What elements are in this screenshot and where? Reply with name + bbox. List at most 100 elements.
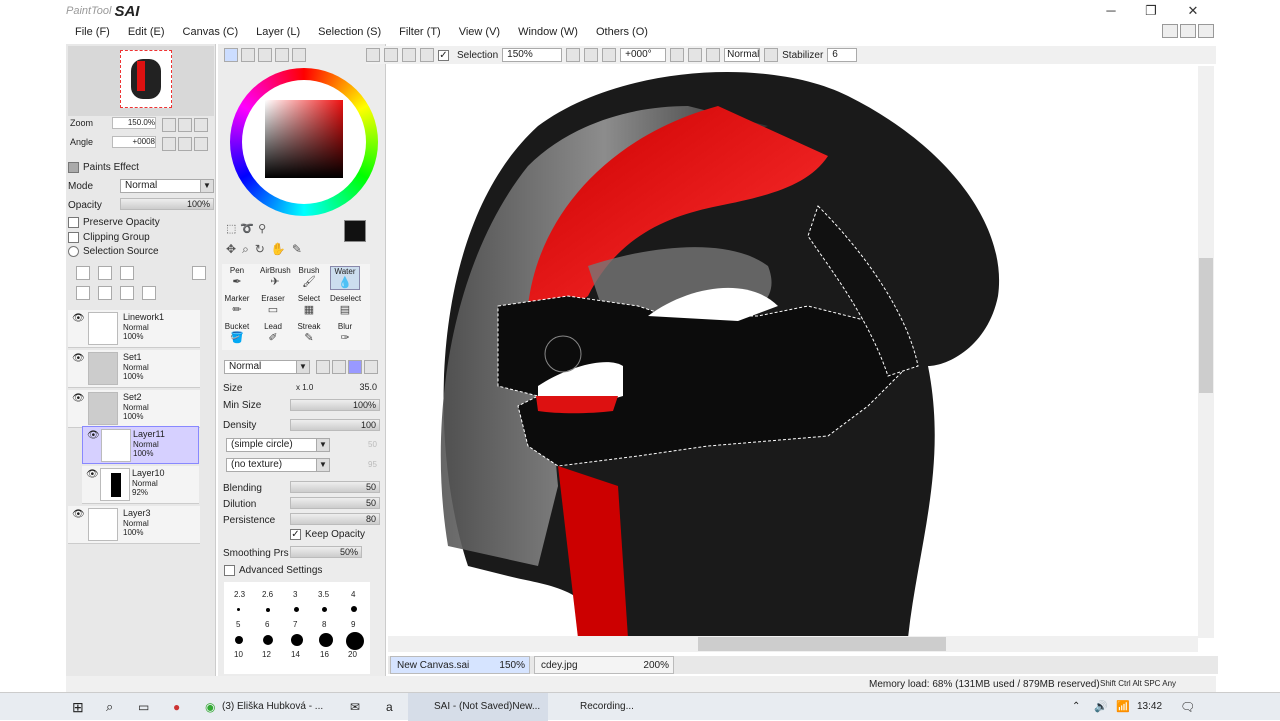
brush-size-preset[interactable]: 8: [322, 620, 326, 629]
rgb-slider-mode-icon[interactable]: [241, 48, 255, 62]
move-icon[interactable]: ✥: [226, 242, 236, 257]
brush-shape-select[interactable]: (simple circle) ▼: [226, 438, 330, 452]
mdi-minimize-button[interactable]: [1162, 24, 1178, 38]
density-slider[interactable]: 100: [290, 419, 380, 431]
taskbar-recording[interactable]: Recording...: [556, 693, 676, 721]
tab-cdey[interactable]: cdey.jpg 200%: [534, 656, 674, 674]
rotate-right-button[interactable]: [178, 137, 192, 151]
clipping-group-row[interactable]: Clipping Group: [68, 232, 150, 243]
eye-icon[interactable]: 👁: [72, 313, 85, 324]
menu-canvas[interactable]: Canvas (C): [174, 26, 248, 38]
preserve-opacity-row[interactable]: Preserve Opacity: [68, 217, 160, 228]
min-size-slider[interactable]: 100%: [290, 399, 380, 411]
new-layer-icon[interactable]: [76, 266, 90, 280]
texture-strength[interactable]: 95: [368, 460, 377, 469]
volume-icon[interactable]: 🔊: [1094, 693, 1108, 721]
advanced-settings-toggle[interactable]: Advanced Settings: [224, 565, 322, 576]
hsv-slider-mode-icon[interactable]: [258, 48, 272, 62]
shape-strength[interactable]: 50: [368, 440, 377, 449]
vertical-scroll-thumb[interactable]: [1199, 258, 1213, 393]
menu-file[interactable]: File (F): [66, 26, 119, 38]
rotate-cw-icon[interactable]: [688, 48, 703, 62]
tip-shape-3-icon[interactable]: [348, 360, 362, 374]
select-tool[interactable]: Select ▦: [294, 294, 324, 316]
tab-new-canvas[interactable]: New Canvas.sai 150%: [390, 656, 530, 674]
rotate-icon[interactable]: ↻: [255, 242, 265, 257]
brush-size-preset[interactable]: 4: [351, 590, 355, 599]
notification-icon[interactable]: 🗨: [1180, 693, 1195, 721]
hand-icon[interactable]: ✋: [271, 242, 286, 257]
undo-icon[interactable]: [366, 48, 380, 62]
brush-size-preset[interactable]: 20: [348, 650, 357, 659]
clipping-group-checkbox[interactable]: [68, 232, 79, 243]
layer-item[interactable]: 👁 Layer3 Normal 100%: [68, 506, 200, 544]
chrome-icon[interactable]: ◉: [205, 693, 215, 721]
mdi-close-button[interactable]: [1198, 24, 1214, 38]
menu-others[interactable]: Others (O): [587, 26, 657, 38]
deselect-tool[interactable]: Deselect ▤: [330, 294, 361, 316]
merge-down-icon[interactable]: [98, 286, 112, 300]
restore-button[interactable]: ❐: [1131, 0, 1171, 22]
rect-select-icon[interactable]: ⬚: [226, 222, 236, 235]
rotate-ccw-icon[interactable]: [670, 48, 685, 62]
layer-mask-icon[interactable]: [192, 266, 206, 280]
brush-size-preset[interactable]: 2.6: [262, 590, 273, 599]
layer-item[interactable]: 👁 Layer10 Normal 92%: [82, 466, 199, 504]
size-slider[interactable]: 35.0: [290, 382, 380, 394]
menu-filter[interactable]: Filter (T): [390, 26, 450, 38]
layer-item[interactable]: 👁 Set2 Normal 100%: [68, 390, 200, 428]
selection-source-radio[interactable]: [68, 246, 79, 257]
toolbar-zoom-select[interactable]: 150%: [502, 48, 563, 62]
mdi-restore-button[interactable]: [1180, 24, 1196, 38]
pen-tool[interactable]: Pen ✒: [222, 266, 252, 288]
brush-size-preset[interactable]: 7: [293, 620, 297, 629]
horizontal-scroll-thumb[interactable]: [698, 637, 946, 651]
zoom-out-icon[interactable]: [566, 48, 581, 62]
scratchpad-mode-icon[interactable]: [292, 48, 306, 62]
deselect-icon[interactable]: [402, 48, 416, 62]
rotate-reset-icon[interactable]: [706, 48, 721, 62]
layer-item[interactable]: 👁 Set1 Normal 100%: [68, 350, 200, 388]
canvas[interactable]: [388, 66, 1200, 638]
marker-tool[interactable]: Marker ✏: [222, 294, 252, 316]
brush-tool[interactable]: Brush 🖌: [294, 266, 324, 288]
eye-icon[interactable]: 👁: [86, 469, 99, 480]
brush-size-preset[interactable]: 9: [351, 620, 355, 629]
magic-wand-icon[interactable]: ⚲: [258, 222, 266, 235]
brush-size-preset[interactable]: 3.5: [318, 590, 329, 599]
zoom-out-button[interactable]: [162, 118, 176, 132]
rotate-reset-button[interactable]: [194, 137, 208, 151]
brush-size-preset[interactable]: 12: [262, 650, 271, 659]
new-folder-icon[interactable]: [120, 266, 134, 280]
swatches-mode-icon[interactable]: [275, 48, 289, 62]
taskbar-sai[interactable]: SAI - (Not Saved)New...: [408, 693, 548, 721]
close-button[interactable]: ✕: [1173, 0, 1213, 22]
brush-blend-select[interactable]: Normal ▼: [224, 360, 310, 374]
tip-shape-1-icon[interactable]: [316, 360, 330, 374]
streak-tool[interactable]: Streak ✎: [294, 322, 324, 344]
zoom-icon[interactable]: ⌕: [242, 242, 249, 257]
minimize-button[interactable]: ─: [1091, 0, 1131, 22]
color-wheel-mode-icon[interactable]: [224, 48, 238, 62]
navigator-thumbnail[interactable]: [120, 50, 172, 108]
app-icon[interactable]: ●: [173, 693, 180, 721]
smoothing-slider[interactable]: 50%: [290, 546, 362, 558]
selection-source-row[interactable]: Selection Source: [68, 246, 159, 257]
zoom-fit-icon[interactable]: [602, 48, 617, 62]
brush-size-preset[interactable]: 10: [234, 650, 243, 659]
eye-icon[interactable]: 👁: [72, 353, 85, 364]
brush-size-preset[interactable]: 14: [291, 650, 300, 659]
preserve-opacity-checkbox[interactable]: [68, 217, 79, 228]
menu-view[interactable]: View (V): [450, 26, 509, 38]
view-mode-select[interactable]: Normal: [724, 48, 761, 62]
menu-layer[interactable]: Layer (L): [247, 26, 309, 38]
brush-size-preset[interactable]: 5: [236, 620, 240, 629]
brush-texture-select[interactable]: (no texture) ▼: [226, 458, 330, 472]
layer-mode-select[interactable]: Normal ▼: [120, 179, 214, 193]
lasso-icon[interactable]: ➰: [240, 222, 254, 235]
chevron-up-icon[interactable]: ⌃: [1072, 693, 1080, 721]
airbrush-tool[interactable]: AirBrush ✈: [260, 266, 291, 288]
zoom-in-button[interactable]: [178, 118, 192, 132]
angle-value[interactable]: +0008: [112, 136, 156, 148]
toolbar-angle-select[interactable]: +000°: [620, 48, 667, 62]
